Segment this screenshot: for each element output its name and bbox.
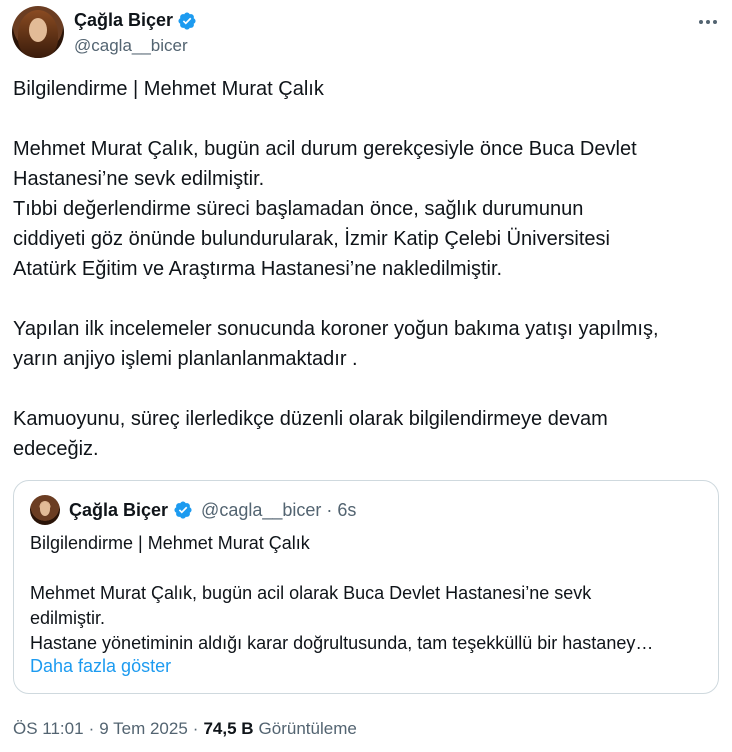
separator-dot: · [88, 719, 95, 738]
quoted-line: edilmiştir. [30, 608, 106, 628]
tweet-header: Çağla Biçer @cagla__bicer [12, 6, 720, 58]
tweet-meta: ÖS 11:01 · 9 Tem 2025 · 74,5 B Görüntüle… [13, 719, 357, 739]
author-avatar[interactable] [12, 6, 64, 58]
more-dot [706, 20, 710, 24]
views-label: Görüntüleme [258, 719, 357, 738]
avatar-face [29, 18, 47, 42]
quoted-author-avatar[interactable] [30, 495, 60, 525]
tweet-line: Yapılan ilk incelemeler sonucunda korone… [13, 318, 659, 340]
separator-dot: · [192, 719, 199, 738]
tweet-line: edeceğiz. [13, 438, 99, 460]
verified-badge-icon [178, 11, 196, 30]
tweet-time[interactable]: ÖS 11:01 [13, 719, 84, 739]
author-handle[interactable]: @cagla__bicer [74, 36, 188, 56]
quoted-line: Hastane yönetiminin aldığı karar doğrult… [30, 633, 654, 653]
quoted-line: Mehmet Murat Çalık, bugün acil olarak Bu… [30, 583, 592, 603]
more-dot [713, 20, 717, 24]
show-more-link[interactable]: Daha fazla göster [30, 656, 171, 677]
quoted-tweet-header: Çağla Biçer @cagla__bicer · 6s [30, 495, 356, 525]
quoted-title: Bilgilendirme | Mehmet Murat Çalık [30, 533, 310, 553]
more-dot [699, 20, 703, 24]
tweet-line: Tıbbi değerlendirme süreci başlamadan ön… [13, 198, 584, 220]
quoted-tweet[interactable]: Çağla Biçer @cagla__bicer · 6s Bilgilend… [13, 480, 719, 694]
quoted-handle-time[interactable]: @cagla__bicer · 6s [201, 500, 356, 521]
more-options-icon[interactable] [696, 10, 720, 34]
verified-badge-icon [174, 501, 192, 519]
author-name[interactable]: Çağla Biçer [74, 10, 173, 31]
tweet-date[interactable]: 9 Tem 2025 [99, 719, 188, 739]
author-name-row: Çağla Biçer [74, 10, 197, 31]
tweet-line: Kamuoyunu, süreç ilerledikçe düzenli ola… [13, 408, 608, 430]
quoted-tweet-text: Bilgilendirme | Mehmet Murat Çalık Mehme… [30, 531, 710, 656]
views-count: 74,5 B [203, 719, 254, 738]
quoted-author-name[interactable]: Çağla Biçer [69, 500, 168, 521]
tweet-title: Bilgilendirme | Mehmet Murat Çalık [13, 78, 324, 100]
tweet-line: yarın anjiyo işlemi planlanlanmaktadır . [13, 348, 358, 370]
tweet-line: Mehmet Murat Çalık, bugün acil durum ger… [13, 138, 637, 160]
tweet-line: Atatürk Eğitim ve Araştırma Hastanesi’ne… [13, 258, 503, 280]
tweet-line: ciddiyeti göz önünde bulundurularak, İzm… [13, 228, 610, 250]
tweet-text: Bilgilendirme | Mehmet Murat Çalık Mehme… [13, 74, 713, 464]
avatar-face [40, 502, 50, 516]
tweet-line: Hastanesi’ne sevk edilmiştir. [13, 168, 265, 190]
